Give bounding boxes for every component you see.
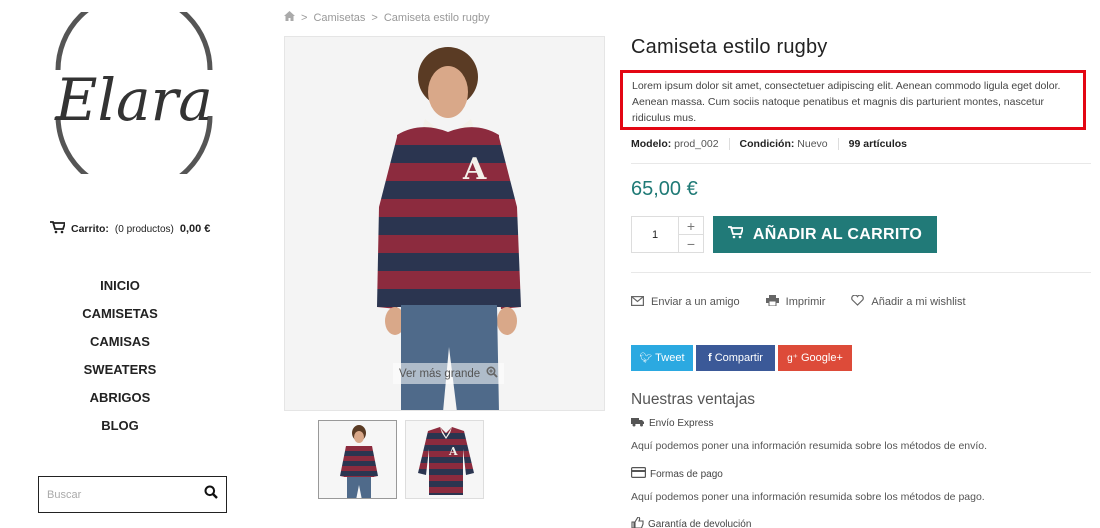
quantity-input[interactable]: 1 bbox=[632, 217, 678, 252]
breadcrumb-separator: > bbox=[371, 11, 378, 24]
facebook-icon: f bbox=[708, 352, 712, 364]
divider bbox=[631, 272, 1091, 273]
credit-card-icon bbox=[631, 467, 647, 481]
zoom-label: Ver más grande bbox=[399, 367, 481, 380]
quantity-stepper: 1 + − bbox=[631, 216, 704, 253]
menu-item-camisetas[interactable]: CAMISETAS bbox=[20, 303, 220, 331]
product-meta: Modelo: prod_002 Condición: Nuevo 99 art… bbox=[631, 138, 907, 150]
menu-item-blog[interactable]: BLOG bbox=[20, 415, 220, 443]
print-label: Imprimir bbox=[785, 296, 826, 308]
site-logo[interactable]: Elara bbox=[38, 0, 230, 195]
home-icon[interactable] bbox=[284, 11, 295, 24]
breadcrumb-item-category[interactable]: Camisetas bbox=[313, 12, 365, 24]
breadcrumb-separator: > bbox=[301, 11, 308, 24]
social-share: 🐦︎ Tweet f Compartir g⁺ Google+ bbox=[631, 345, 852, 371]
meta-divider bbox=[837, 138, 839, 150]
google-plus-icon: g⁺ bbox=[787, 352, 798, 364]
product-actions: Enviar a un amigo Imprimir Añadir a mi w… bbox=[631, 294, 966, 309]
meta-divider bbox=[728, 138, 730, 150]
wishlist-label: Añadir a mi wishlist bbox=[871, 296, 966, 308]
advantage-shipping: Envío Express bbox=[631, 417, 713, 430]
advantages-title: Nuestras ventajas bbox=[631, 391, 756, 408]
model-illustration: A bbox=[377, 47, 521, 410]
menu-item-sweaters[interactable]: SWEATERS bbox=[20, 359, 220, 387]
google-plus-button[interactable]: g⁺ Google+ bbox=[778, 345, 852, 371]
condition-value: Nuevo bbox=[797, 138, 828, 150]
send-to-friend-link[interactable]: Enviar a un amigo bbox=[631, 295, 740, 309]
thumbs-up-icon bbox=[631, 516, 644, 528]
advantage-label: Garantía de devolución bbox=[648, 518, 752, 528]
wishlist-link[interactable]: Añadir a mi wishlist bbox=[851, 294, 966, 309]
product-description: Lorem ipsum dolor sit amet, consectetuer… bbox=[632, 80, 1061, 124]
logo-text: Elara bbox=[54, 66, 213, 134]
send-to-friend-label: Enviar a un amigo bbox=[651, 296, 740, 308]
thumbnail-shirt[interactable]: A bbox=[405, 420, 484, 499]
divider bbox=[631, 163, 1091, 164]
product-price: 65,00 € bbox=[631, 178, 698, 200]
zoom-button[interactable]: Ver más grande bbox=[393, 363, 505, 384]
advantage-payment: Formas de pago bbox=[631, 467, 723, 481]
cart-label: Carrito: bbox=[71, 223, 109, 235]
model-label: Modelo: bbox=[631, 138, 672, 150]
cart-total: 0,00 € bbox=[179, 223, 211, 235]
product-title: Camiseta estilo rugby bbox=[631, 36, 828, 58]
printer-icon bbox=[765, 295, 779, 309]
add-to-cart-button[interactable]: AÑADIR AL CARRITO bbox=[713, 216, 937, 253]
truck-icon bbox=[631, 417, 645, 430]
menu-item-abrigos[interactable]: ABRIGOS bbox=[20, 387, 220, 415]
breadcrumb: > Camisetas > Camiseta estilo rugby bbox=[284, 11, 490, 24]
thumbnail-model[interactable] bbox=[318, 420, 397, 499]
add-to-cart-label: AÑADIR AL CARRITO bbox=[752, 225, 923, 243]
print-link[interactable]: Imprimir bbox=[765, 295, 826, 309]
svg-text:A: A bbox=[448, 445, 458, 458]
advantage-text: Aquí podemos poner una información resum… bbox=[631, 491, 985, 503]
cart-icon bbox=[727, 225, 745, 244]
search-box bbox=[38, 476, 227, 513]
advantage-text: Aquí podemos poner una información resum… bbox=[631, 440, 988, 452]
advantage-label: Envío Express bbox=[649, 418, 714, 429]
breadcrumb-item-current: Camiseta estilo rugby bbox=[383, 11, 490, 24]
model-value: prod_002 bbox=[674, 138, 719, 150]
svg-text:A: A bbox=[462, 152, 487, 187]
description-highlight: Lorem ipsum dolor sit amet, consectetuer… bbox=[620, 70, 1086, 130]
condition-label: Condición: bbox=[739, 138, 795, 150]
product-main-image[interactable]: A Ver más grande bbox=[284, 36, 605, 411]
search-input[interactable] bbox=[47, 488, 204, 501]
advantage-returns: Garantía de devolución bbox=[631, 516, 752, 528]
stock-count: 99 artículos bbox=[848, 138, 908, 150]
quantity-decrease-button[interactable]: − bbox=[679, 235, 703, 252]
facebook-share-button[interactable]: f Compartir bbox=[696, 345, 775, 371]
cart-summary[interactable]: Carrito: (0 productos) 0,00 € bbox=[50, 221, 210, 237]
menu-item-camisas[interactable]: CAMISAS bbox=[20, 331, 220, 359]
zoom-icon bbox=[486, 366, 498, 381]
heart-icon bbox=[851, 294, 865, 309]
twitter-icon: 🐦︎ bbox=[639, 352, 653, 364]
menu-item-inicio[interactable]: INICIO bbox=[20, 275, 220, 303]
tweet-label: Tweet bbox=[655, 352, 685, 364]
google-plus-label: Google+ bbox=[800, 352, 843, 364]
cart-icon bbox=[50, 221, 67, 237]
quantity-increase-button[interactable]: + bbox=[679, 217, 703, 235]
main-menu: INICIO CAMISETAS CAMISAS SWEATERS ABRIGO… bbox=[20, 275, 220, 443]
envelope-icon bbox=[631, 295, 645, 309]
cart-count: (0 productos) bbox=[114, 223, 174, 235]
facebook-share-label: Compartir bbox=[714, 352, 763, 364]
advantage-label: Formas de pago bbox=[650, 468, 723, 480]
tweet-button[interactable]: 🐦︎ Tweet bbox=[631, 345, 693, 371]
search-icon[interactable] bbox=[204, 485, 218, 504]
